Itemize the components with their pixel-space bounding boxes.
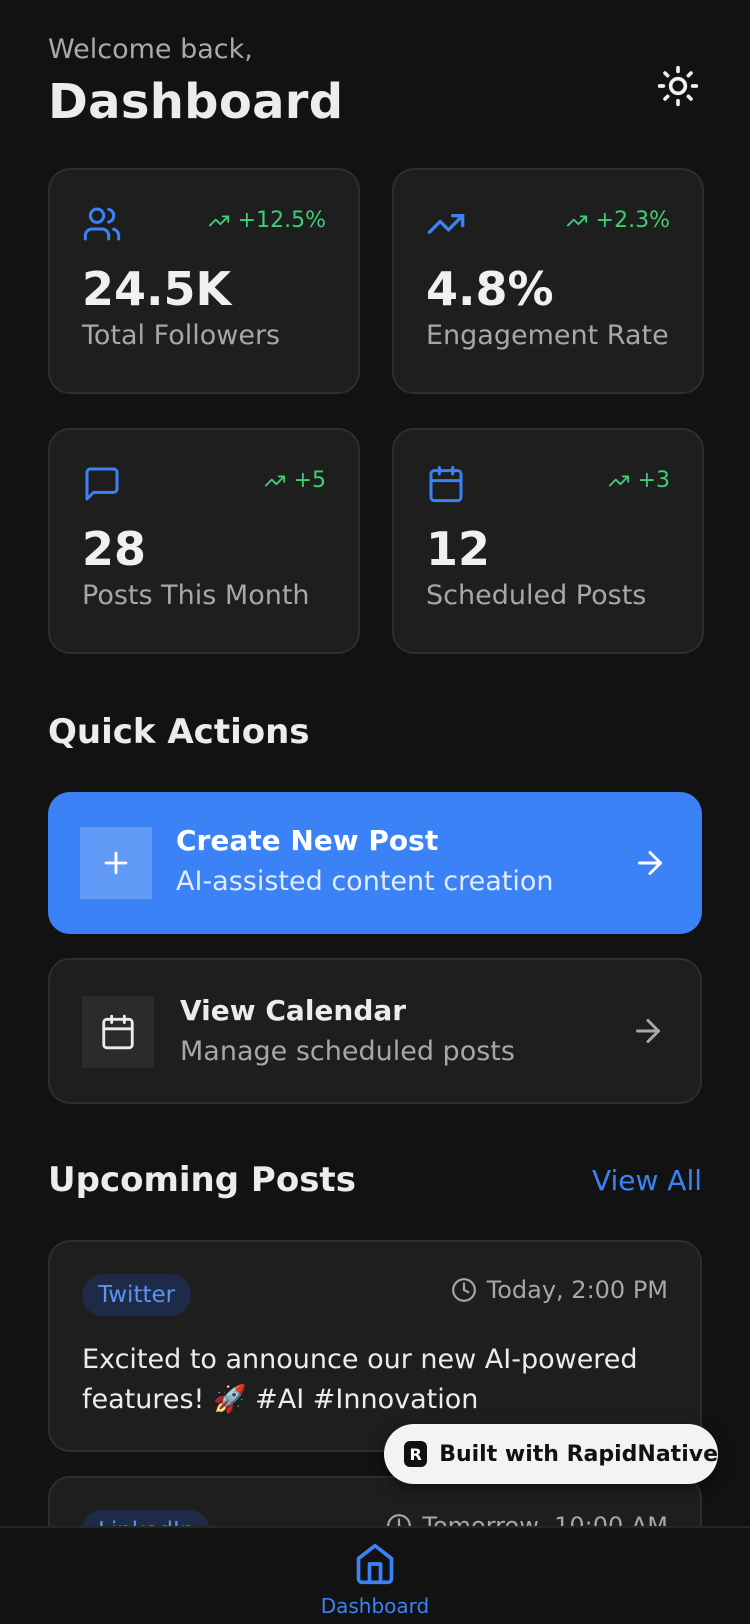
built-with-text: Built with RapidNative [439, 1441, 718, 1467]
arrow-right-icon [636, 1019, 660, 1043]
stat-card-engagement[interactable]: +2.3% 4.8% Engagement Rate [392, 168, 704, 394]
message-square-icon [85, 467, 119, 501]
clock-icon [451, 1278, 476, 1302]
trend-indicator: +2.3% [566, 208, 670, 233]
home-icon [356, 1543, 394, 1585]
calendar-icon [429, 465, 463, 503]
stat-value: 28 [82, 522, 147, 576]
action-subtitle: Manage scheduled posts [180, 1036, 515, 1067]
theme-toggle-button[interactable] [650, 58, 706, 114]
post-time-text: Today, 2:00 PM [486, 1276, 668, 1304]
stat-label: Engagement Rate [426, 320, 669, 351]
trend-value: +5 [293, 468, 326, 493]
stat-value: 12 [426, 522, 491, 576]
action-title: View Calendar [180, 994, 407, 1027]
trend-value: +3 [637, 468, 670, 493]
dashboard-screen: Welcome back, Dashboard +12.5% 24.5K Tot… [0, 0, 750, 1624]
built-with-badge[interactable]: R Built with RapidNative [384, 1424, 718, 1484]
trending-up-icon [208, 215, 229, 226]
welcome-text: Welcome back, [48, 34, 253, 65]
view-all-link[interactable]: View All [592, 1164, 702, 1197]
page-title: Dashboard [48, 74, 344, 130]
post-card[interactable]: Twitter Today, 2:00 PM Excited to announ… [48, 1240, 702, 1452]
action-icon-box [80, 827, 152, 899]
stat-value: 24.5K [82, 262, 232, 316]
post-time: Today, 2:00 PM [451, 1276, 668, 1304]
stat-value: 4.8% [426, 262, 554, 316]
trend-value: +12.5% [237, 208, 326, 233]
trending-up-icon [264, 475, 285, 486]
calendar-icon [102, 1014, 134, 1050]
stat-card-posts[interactable]: +5 28 Posts This Month [48, 428, 360, 654]
upcoming-posts-title: Upcoming Posts [48, 1160, 356, 1200]
action-title: Create New Post [176, 824, 439, 857]
nav-item-dashboard[interactable]: Dashboard [310, 1542, 440, 1618]
post-text: Excited to announce our new AI-powered f… [82, 1344, 638, 1415]
action-icon-box [82, 996, 154, 1068]
nav-label: Dashboard [320, 1594, 430, 1618]
bottom-nav: Dashboard [0, 1526, 750, 1624]
plus-icon [104, 851, 128, 875]
stat-label: Scheduled Posts [426, 580, 647, 611]
stat-label: Posts This Month [82, 580, 310, 611]
trending-up-icon [427, 214, 465, 234]
rapidnative-logo-icon: R [404, 1441, 428, 1467]
users-icon [83, 207, 121, 241]
trend-indicator: +12.5% [208, 208, 326, 233]
arrow-right-icon [638, 851, 662, 875]
stat-label: Total Followers [82, 320, 281, 351]
trend-indicator: +3 [608, 468, 670, 493]
trending-up-icon [566, 215, 587, 226]
action-subtitle: AI-assisted content creation [176, 866, 554, 897]
view-calendar-button[interactable]: View Calendar Manage scheduled posts [48, 958, 702, 1104]
stat-card-followers[interactable]: +12.5% 24.5K Total Followers [48, 168, 360, 394]
stat-card-scheduled[interactable]: +3 12 Scheduled Posts [392, 428, 704, 654]
platform-badge: Twitter [82, 1274, 192, 1316]
sun-icon [657, 65, 699, 107]
trend-indicator: +5 [264, 468, 326, 493]
quick-actions-title: Quick Actions [48, 712, 310, 752]
create-post-button[interactable]: Create New Post AI-assisted content crea… [48, 792, 702, 934]
trending-up-icon [608, 475, 629, 486]
trend-value: +2.3% [595, 208, 670, 233]
